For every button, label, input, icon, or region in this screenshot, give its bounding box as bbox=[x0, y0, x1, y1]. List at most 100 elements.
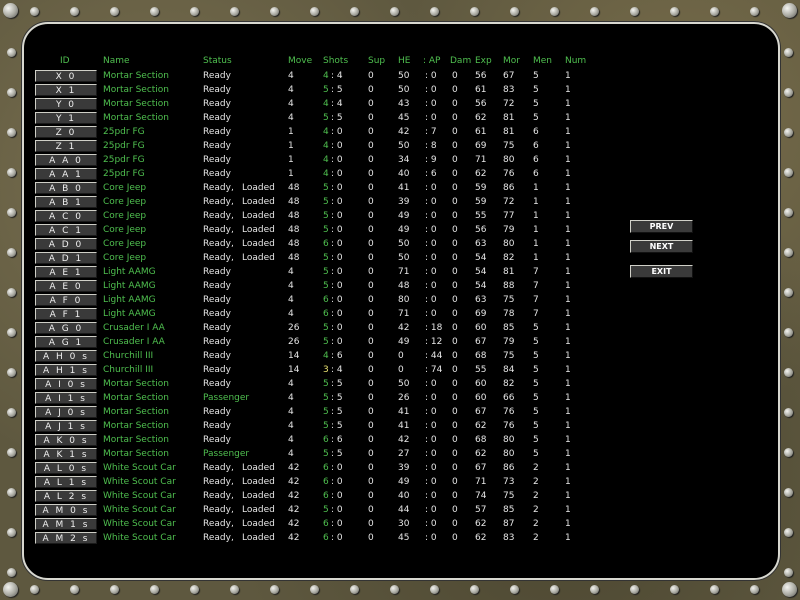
cell-status: Ready bbox=[203, 169, 231, 179]
cell-name: 25pdr FG bbox=[103, 141, 145, 151]
unit-id-button[interactable]: A B 0 bbox=[35, 182, 97, 194]
cell-move: 48 bbox=[288, 239, 300, 249]
cell-shotsb: : 4 bbox=[331, 71, 343, 81]
cell-name: Crusader I AA bbox=[103, 337, 165, 347]
unit-id-button[interactable]: A F 1 bbox=[35, 308, 97, 320]
cell-exp: 56 bbox=[475, 99, 487, 109]
rivet-icon bbox=[350, 585, 359, 594]
unit-id-button[interactable]: X 0 bbox=[35, 70, 97, 82]
unit-id-button[interactable]: A M 0 s bbox=[35, 504, 97, 516]
cell-men: 2 bbox=[533, 505, 539, 515]
cell-dam: 0 bbox=[452, 85, 458, 95]
unit-id-button[interactable]: Y 0 bbox=[35, 98, 97, 110]
rivet-icon bbox=[590, 585, 599, 594]
cell-shots: 4 bbox=[323, 141, 329, 151]
cell-shotsb: : 4 bbox=[331, 365, 343, 375]
unit-id-button[interactable]: A I 1 s bbox=[35, 392, 97, 404]
cell-move: 48 bbox=[288, 183, 300, 193]
cell-mor: 80 bbox=[503, 449, 515, 459]
cell-num: 1 bbox=[565, 533, 571, 543]
unit-id-button[interactable]: A A 1 bbox=[35, 168, 97, 180]
next-button[interactable]: NEXT bbox=[630, 240, 693, 253]
cell-men: 5 bbox=[533, 393, 539, 403]
unit-id-button[interactable]: A M 1 s bbox=[35, 518, 97, 530]
cell-name: Mortar Section bbox=[103, 435, 170, 445]
cell-shots: 5 bbox=[323, 281, 329, 291]
cell-num: 1 bbox=[565, 477, 571, 487]
unit-id-button[interactable]: Z 1 bbox=[35, 140, 97, 152]
cell-num: 1 bbox=[565, 71, 571, 81]
cell-status: Ready bbox=[203, 113, 231, 123]
prev-button[interactable]: PREV bbox=[630, 220, 693, 233]
cell-shots: 5 bbox=[323, 393, 329, 403]
unit-id-button[interactable]: A I 0 s bbox=[35, 378, 97, 390]
cell-mor: 79 bbox=[503, 225, 515, 235]
unit-id-button[interactable]: A K 0 s bbox=[35, 434, 97, 446]
cell-he: 34 bbox=[398, 155, 410, 165]
unit-id-button[interactable]: A J 0 s bbox=[35, 406, 97, 418]
cell-move: 1 bbox=[288, 155, 294, 165]
cell-exp: 55 bbox=[475, 211, 487, 221]
unit-id-button[interactable]: A G 0 bbox=[35, 322, 97, 334]
cell-status2: Loaded bbox=[242, 211, 275, 221]
cell-shots: 5 bbox=[323, 449, 329, 459]
unit-id-button[interactable]: A D 0 bbox=[35, 238, 97, 250]
cell-status: Passenger bbox=[203, 449, 250, 459]
unit-id-button[interactable]: A C 0 bbox=[35, 210, 97, 222]
cell-sup: 0 bbox=[368, 477, 374, 487]
cell-name: Churchill III bbox=[103, 365, 154, 375]
unit-id-button[interactable]: A H 1 s bbox=[35, 364, 97, 376]
cell-move: 4 bbox=[288, 407, 294, 417]
rivet-icon bbox=[782, 582, 797, 597]
unit-id-button[interactable]: X 1 bbox=[35, 84, 97, 96]
cell-num: 1 bbox=[565, 85, 571, 95]
cell-mor: 86 bbox=[503, 463, 515, 473]
rivet-icon bbox=[784, 368, 793, 377]
unit-id-button[interactable]: Y 1 bbox=[35, 112, 97, 124]
unit-id-button[interactable]: A C 1 bbox=[35, 224, 97, 236]
unit-id-button[interactable]: A M 2 s bbox=[35, 532, 97, 544]
cell-exp: 62 bbox=[475, 449, 487, 459]
cell-shotsb: : 0 bbox=[331, 337, 343, 347]
unit-id-button[interactable]: A L 2 s bbox=[35, 490, 97, 502]
cell-shots: 5 bbox=[323, 197, 329, 207]
cell-exp: 59 bbox=[475, 183, 487, 193]
cell-shotsb: : 0 bbox=[331, 169, 343, 179]
unit-id-button[interactable]: Z 0 bbox=[35, 126, 97, 138]
unit-id-button[interactable]: A K 1 s bbox=[35, 448, 97, 460]
cell-mor: 72 bbox=[503, 99, 515, 109]
rivet-icon bbox=[550, 7, 559, 16]
cell-move: 48 bbox=[288, 253, 300, 263]
unit-id-button[interactable]: A L 1 s bbox=[35, 476, 97, 488]
cell-men: 1 bbox=[533, 211, 539, 221]
header-exp: Exp bbox=[475, 56, 492, 66]
cell-men: 5 bbox=[533, 435, 539, 445]
unit-id-button[interactable]: A L 0 s bbox=[35, 462, 97, 474]
unit-id-button[interactable]: A G 1 bbox=[35, 336, 97, 348]
cell-name: White Scout Car bbox=[103, 505, 176, 515]
cell-dam: 0 bbox=[452, 155, 458, 165]
rivet-icon bbox=[784, 488, 793, 497]
rivet-icon bbox=[7, 568, 16, 577]
cell-shotsb: : 0 bbox=[331, 281, 343, 291]
unit-id-button[interactable]: A F 0 bbox=[35, 294, 97, 306]
exit-button[interactable]: EXIT bbox=[630, 265, 693, 278]
cell-sup: 0 bbox=[368, 491, 374, 501]
header-num: Num bbox=[565, 56, 587, 66]
cell-status: Ready, bbox=[203, 197, 234, 207]
cell-mor: 67 bbox=[503, 71, 515, 81]
unit-id-button[interactable]: A E 1 bbox=[35, 266, 97, 278]
cell-mor: 81 bbox=[503, 127, 515, 137]
cell-ap: : 8 bbox=[425, 141, 437, 151]
rivet-icon bbox=[150, 585, 159, 594]
rivet-icon bbox=[7, 448, 16, 457]
unit-id-button[interactable]: A E 0 bbox=[35, 280, 97, 292]
unit-id-button[interactable]: A D 1 bbox=[35, 252, 97, 264]
unit-id-button[interactable]: A H 0 s bbox=[35, 350, 97, 362]
cell-dam: 0 bbox=[452, 141, 458, 151]
cell-move: 4 bbox=[288, 309, 294, 319]
unit-id-button[interactable]: A A 0 bbox=[35, 154, 97, 166]
unit-id-button[interactable]: A B 1 bbox=[35, 196, 97, 208]
cell-dam: 0 bbox=[452, 379, 458, 389]
unit-id-button[interactable]: A J 1 s bbox=[35, 420, 97, 432]
